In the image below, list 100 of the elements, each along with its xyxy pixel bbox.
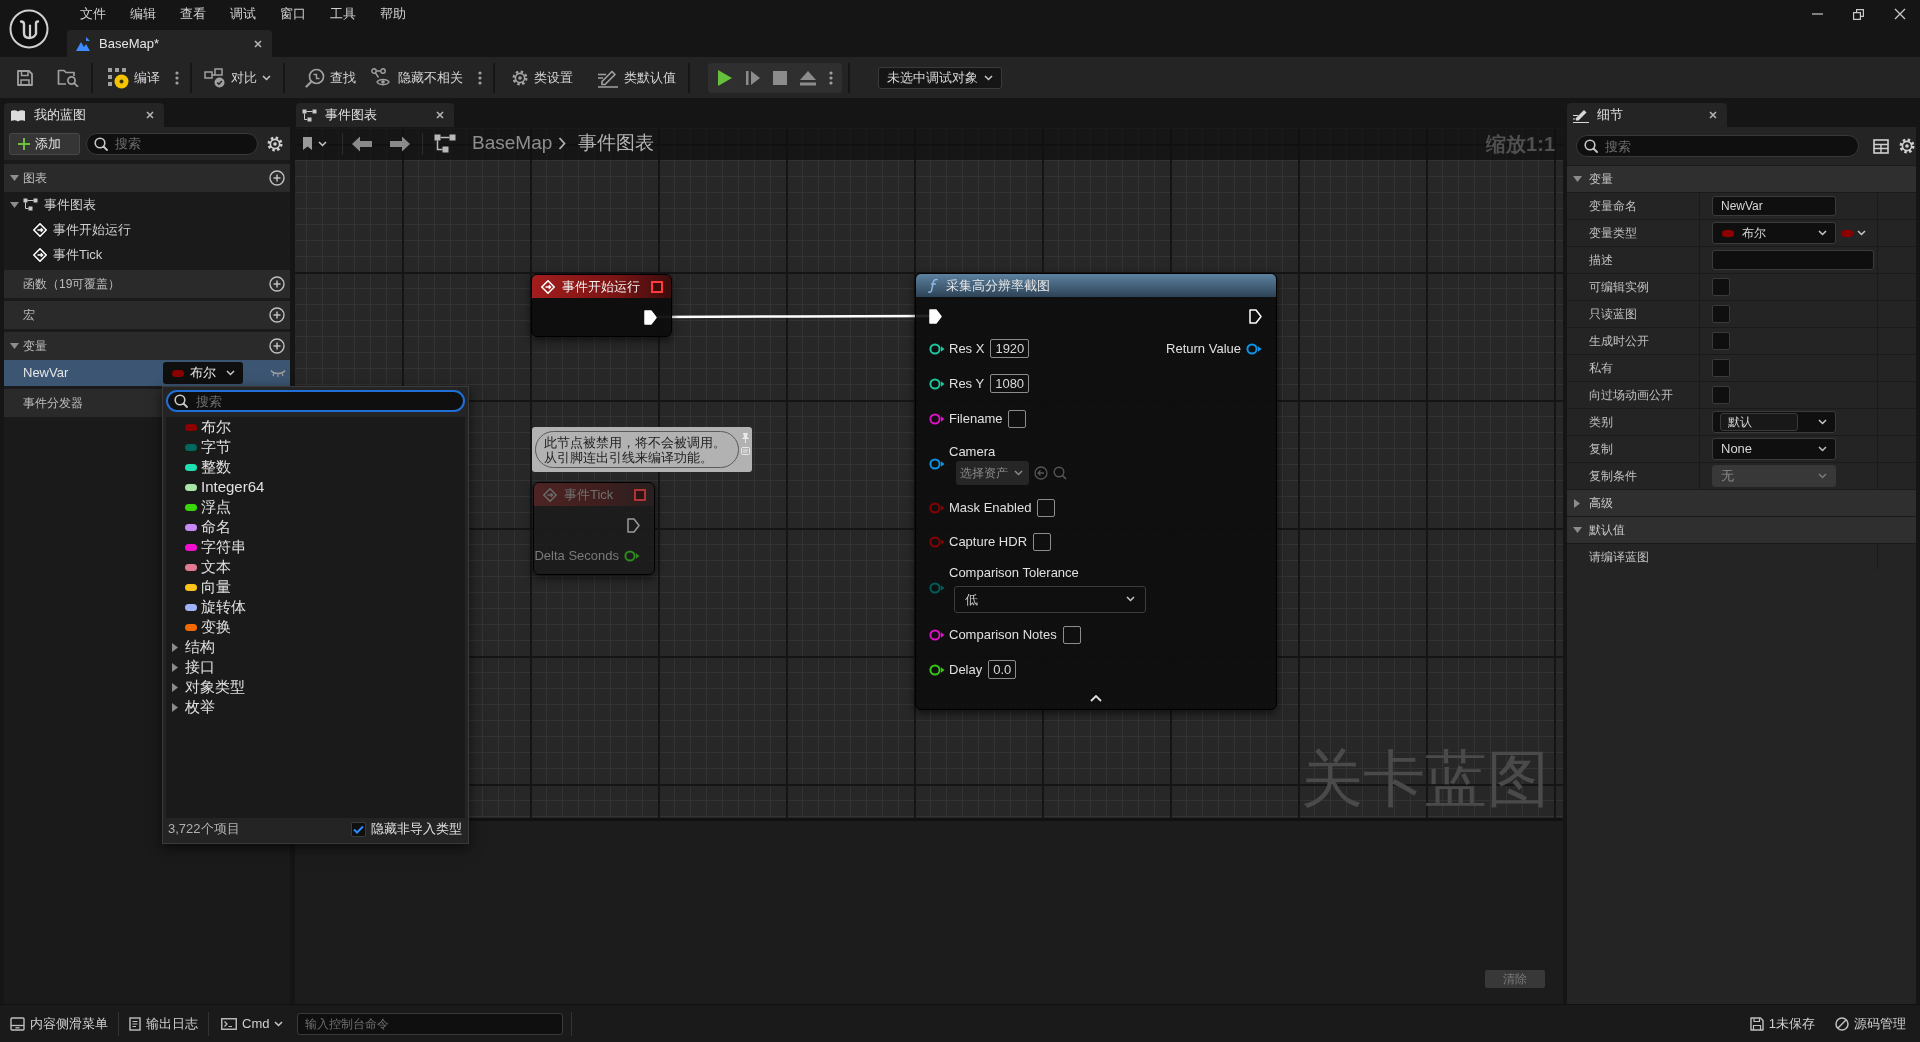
bookmark-icon[interactable] (302, 136, 313, 151)
number-field[interactable]: 0.0 (988, 660, 1017, 679)
more-icon[interactable] (478, 70, 482, 85)
search-field[interactable]: 搜索 (166, 390, 465, 412)
settings-icon[interactable] (1898, 137, 1916, 155)
type-dropdown[interactable]: 布尔 (163, 362, 243, 384)
debug-target-dropdown[interactable]: 未选中调试对象 (878, 66, 1002, 89)
text-field[interactable] (1062, 625, 1081, 644)
breadcrumb-item[interactable]: BaseMap (472, 129, 553, 158)
number-field[interactable]: 1920 (990, 339, 1030, 358)
section-header[interactable]: 宏 (4, 301, 290, 329)
data-pin-icon[interactable] (929, 412, 945, 425)
type-category[interactable]: 枚举 (166, 697, 465, 717)
source-control-button[interactable]: 源码管理 (1831, 1010, 1910, 1037)
eye-closed-icon[interactable] (270, 369, 286, 377)
close-icon[interactable] (146, 111, 154, 119)
event-node[interactable]: 事件开始运行 (531, 274, 672, 337)
caret-down-icon[interactable] (1572, 527, 1582, 533)
type-dropdown[interactable]: 布尔 (1712, 222, 1836, 244)
text-field[interactable] (1008, 409, 1027, 428)
type-option[interactable]: 文本 (166, 557, 465, 577)
search-field[interactable]: 搜索 (1576, 135, 1859, 157)
step-icon[interactable] (745, 69, 761, 86)
menu-item[interactable]: 调试 (230, 4, 256, 24)
menu-item[interactable]: 编辑 (130, 4, 156, 24)
content-drawer-button[interactable]: 内容侧滑菜单 (6, 1010, 112, 1037)
unsaved-button[interactable]: 1未保存 (1745, 1010, 1819, 1037)
find-button[interactable]: 查找 (299, 62, 362, 93)
data-pin-icon[interactable] (929, 377, 945, 390)
search-icon[interactable] (1053, 466, 1067, 481)
tree-item[interactable]: 事件图表 (44, 194, 96, 215)
caret-right-icon[interactable] (171, 662, 178, 672)
checkbox[interactable] (1712, 386, 1730, 404)
tree-item[interactable]: 事件开始运行 (53, 219, 131, 240)
data-pin-icon[interactable] (929, 663, 945, 676)
plus-circle-icon[interactable] (269, 170, 285, 186)
close-icon[interactable] (254, 39, 262, 48)
checkbox[interactable] (351, 821, 366, 837)
close-icon[interactable] (436, 111, 444, 119)
type-option[interactable]: 命名 (166, 517, 465, 537)
enum-dropdown[interactable]: 低 (954, 585, 1146, 613)
caret-up-icon[interactable] (1090, 694, 1102, 702)
plus-circle-icon[interactable] (269, 338, 285, 354)
menu-item[interactable]: 工具 (330, 4, 356, 24)
hide-unrelated-button[interactable]: 隐藏不相关 (365, 62, 469, 93)
section-header[interactable]: 图表 (4, 164, 290, 192)
type-option[interactable]: 整数 (166, 457, 465, 477)
close-icon[interactable] (1893, 8, 1906, 20)
checkbox[interactable] (1712, 278, 1730, 296)
plus-circle-icon[interactable] (269, 276, 285, 292)
number-field[interactable]: 1080 (990, 374, 1030, 393)
plus-circle-icon[interactable] (269, 307, 285, 323)
type-option[interactable]: 浮点 (166, 497, 465, 517)
type-category[interactable]: 结构 (166, 637, 465, 657)
menu-item[interactable]: 窗口 (280, 4, 306, 24)
data-pin-icon[interactable] (929, 342, 945, 355)
data-pin-icon[interactable] (929, 628, 945, 641)
output-log-button[interactable]: 输出日志 (125, 1010, 202, 1037)
function-node[interactable]: 采集高分辨率截图 Res X 1920 Return Value Res Y 1080 Filename Camera 选择资产 Mask Enabled Capture HDR Comparison Tolerance 低 Comparison Notes Delay 0.0 (915, 273, 1277, 710)
type-option[interactable]: 字符串 (166, 537, 465, 557)
text-field[interactable]: 默认 (1720, 413, 1798, 431)
caret-down-icon[interactable] (10, 201, 19, 208)
type-category[interactable]: 接口 (166, 657, 465, 677)
caret-down-icon[interactable] (10, 175, 19, 181)
forward-arrow-icon[interactable] (390, 135, 410, 152)
caret-right-icon[interactable] (1574, 498, 1580, 508)
combo-box[interactable]: 默认 (1712, 411, 1836, 433)
panel-tab[interactable]: 我的蓝图 (4, 103, 164, 127)
engine-logo-icon[interactable] (9, 8, 49, 49)
panel-tab[interactable]: 事件图表 (296, 103, 454, 127)
settings-icon[interactable] (266, 134, 284, 153)
add-button[interactable]: 添加 (9, 132, 80, 155)
section-header[interactable]: 变量 (4, 332, 290, 360)
asset-picker[interactable]: 选择资产 (956, 461, 1029, 486)
table-icon[interactable] (1873, 138, 1889, 154)
play-icon[interactable] (717, 68, 733, 87)
checkbox[interactable] (1712, 332, 1730, 350)
close-icon[interactable] (1709, 111, 1717, 119)
back-arrow-icon[interactable] (352, 135, 372, 152)
document-tab[interactable]: BaseMap* (67, 30, 272, 57)
checkbox[interactable] (1712, 305, 1730, 323)
save-icon[interactable] (16, 68, 34, 87)
caret-right-icon[interactable] (171, 642, 178, 652)
console-input[interactable]: 输入控制台命令 (297, 1012, 564, 1035)
type-category[interactable]: 对象类型 (166, 677, 465, 697)
data-pin-icon[interactable] (1246, 342, 1262, 355)
text-field[interactable]: NewVar (1712, 196, 1836, 216)
restore-icon[interactable] (1853, 8, 1864, 20)
panel-tab[interactable]: 细节 (1567, 103, 1727, 127)
type-option[interactable]: 布尔 (166, 417, 465, 437)
checkbox[interactable] (1033, 533, 1052, 551)
type-option[interactable]: Integer64 (166, 477, 465, 497)
folder-search-icon[interactable] (57, 68, 79, 87)
caret-down-icon[interactable] (1572, 176, 1582, 182)
type-option[interactable]: 变换 (166, 617, 465, 637)
type-option[interactable]: 字节 (166, 437, 465, 457)
caret-down-icon[interactable] (10, 343, 19, 349)
console-mode-dropdown[interactable]: Cmd (215, 1010, 290, 1037)
search-field[interactable]: 搜索 (86, 132, 258, 155)
stop-icon[interactable] (773, 70, 787, 85)
